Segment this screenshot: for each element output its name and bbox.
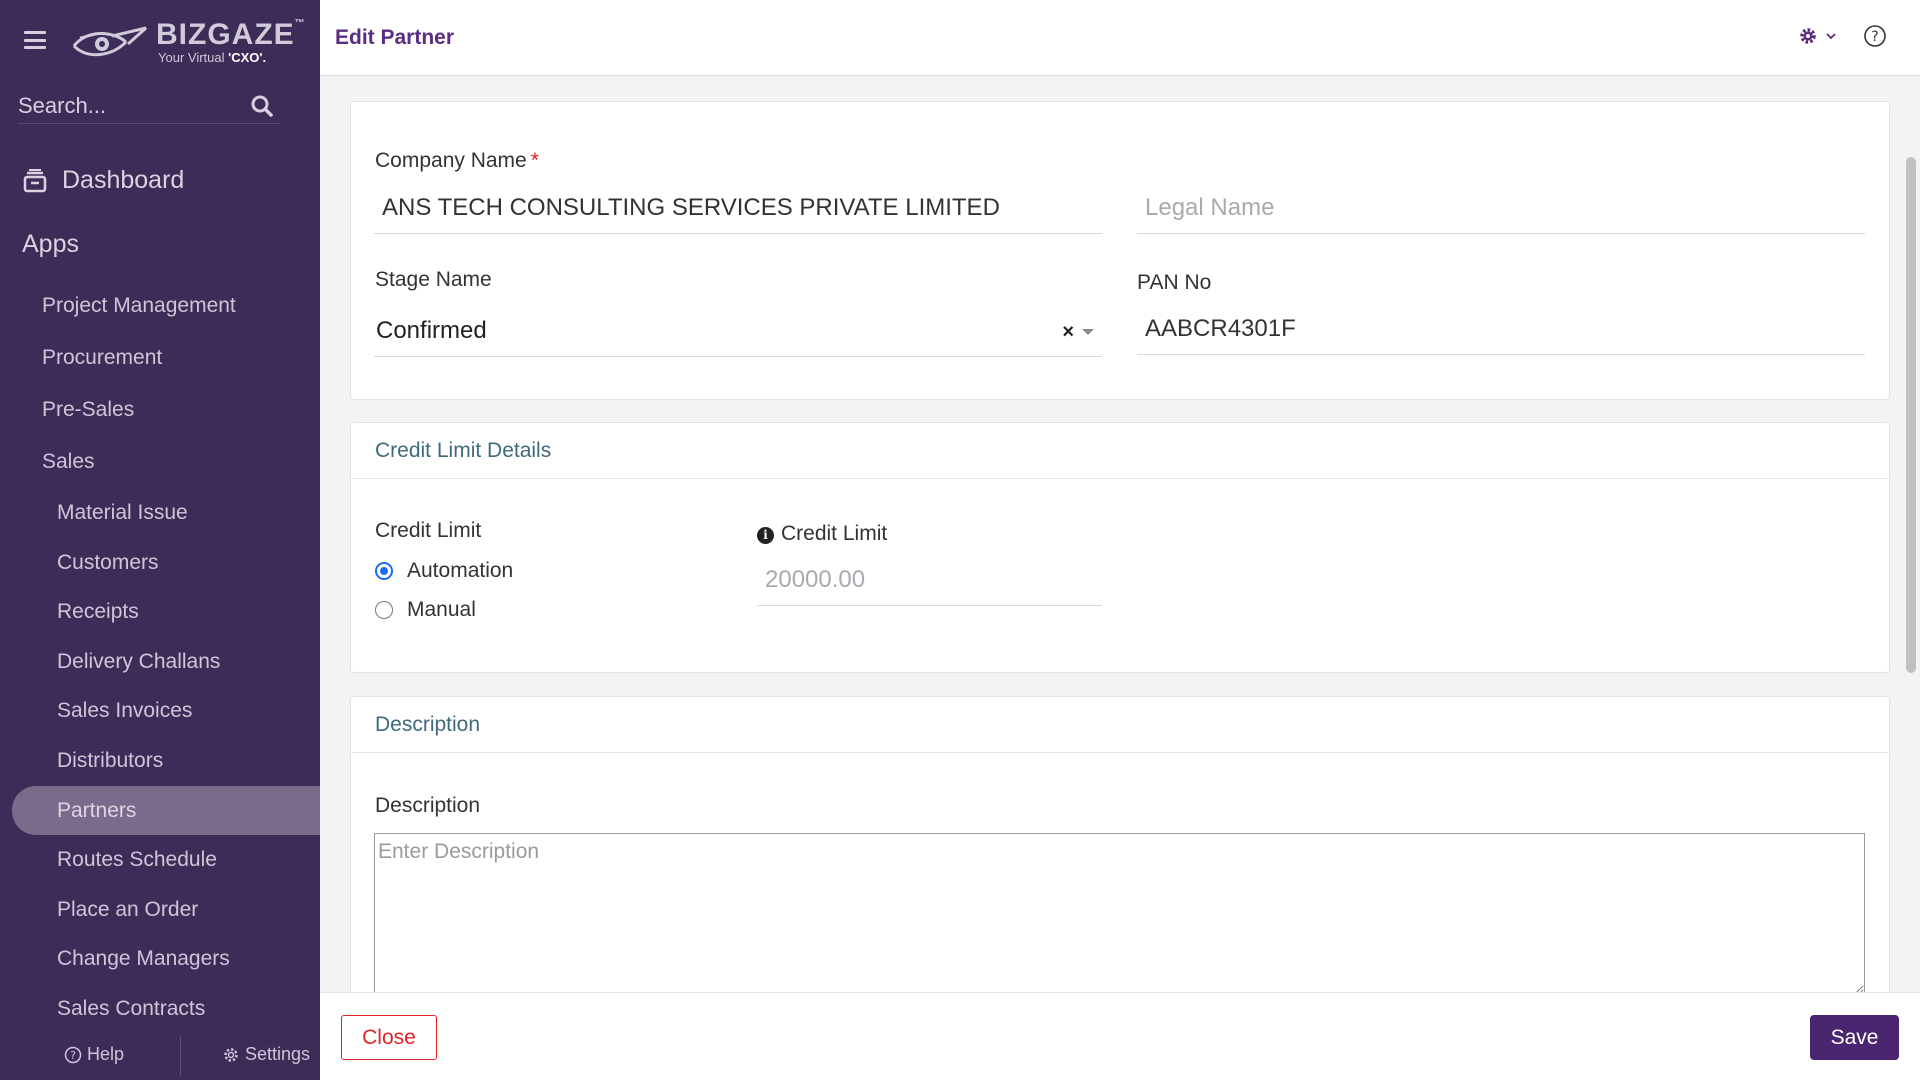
brand-name: BIZGAZE™ bbox=[156, 18, 306, 51]
stage-name-label: Stage Name bbox=[375, 268, 492, 291]
radio-selected-indicator[interactable] bbox=[375, 562, 393, 580]
description-label: Description bbox=[375, 794, 481, 817]
main-area: Edit Partner ? Company Name * ANS TECH C… bbox=[320, 0, 1920, 1080]
help-button[interactable]: ? Help bbox=[64, 1044, 124, 1065]
help-icon[interactable]: ? bbox=[1863, 24, 1887, 48]
help-circle-icon: ? bbox=[64, 1046, 82, 1063]
radio-manual-label: Manual bbox=[407, 598, 476, 621]
brand-tagline: Your Virtual 'CXO'. bbox=[158, 50, 267, 65]
credit-limit-card: Credit Limit Details Credit Limit Automa… bbox=[350, 422, 1890, 673]
legal-name-input[interactable] bbox=[1137, 193, 1865, 222]
help-label: Help bbox=[87, 1044, 125, 1064]
sidebar: BIZGAZE™ Your Virtual 'CXO'. Dashboard A… bbox=[0, 0, 320, 1080]
pan-no-field bbox=[1137, 303, 1865, 355]
partner-basic-card: Company Name* Stage Name Confirmed × PAN… bbox=[350, 101, 1890, 400]
settings-button[interactable]: Settings bbox=[222, 1044, 310, 1065]
info-icon[interactable]: i bbox=[757, 526, 774, 544]
logo-eye-icon bbox=[72, 26, 147, 57]
pan-no-input[interactable] bbox=[1137, 314, 1865, 343]
description-section-title: Description bbox=[351, 697, 1889, 753]
action-bar: Close Save bbox=[320, 992, 1920, 1080]
company-name-input[interactable] bbox=[374, 193, 1102, 222]
form-content: Company Name* Stage Name Confirmed × PAN… bbox=[320, 77, 1920, 992]
hamburger-menu-icon[interactable] bbox=[24, 31, 46, 49]
gear-icon bbox=[1800, 28, 1816, 44]
sidebar-item-routes-schedule[interactable]: Routes Schedule bbox=[0, 835, 320, 885]
radio-manual[interactable]: Manual bbox=[375, 598, 476, 622]
sidebar-item-project-management[interactable]: Project Management bbox=[0, 280, 320, 332]
sidebar-dashboard-label: Dashboard bbox=[62, 166, 185, 194]
page-title: Edit Partner bbox=[335, 26, 455, 49]
close-button[interactable]: Close bbox=[341, 1015, 437, 1060]
credit-limit-amount-field bbox=[757, 554, 1102, 606]
description-card: Description Description bbox=[350, 696, 1890, 992]
sidebar-item-distributors[interactable]: Distributors bbox=[0, 736, 320, 786]
sidebar-item-dashboard[interactable]: Dashboard bbox=[22, 166, 184, 195]
dashboard-icon bbox=[23, 168, 47, 192]
chevron-down-icon bbox=[1826, 33, 1836, 40]
sidebar-item-partners[interactable]: Partners bbox=[12, 785, 320, 836]
save-button[interactable]: Save bbox=[1810, 1015, 1899, 1060]
radio-automation-label: Automation bbox=[407, 559, 514, 582]
search-input[interactable] bbox=[18, 92, 238, 120]
credit-limit-section-title: Credit Limit Details bbox=[351, 423, 1889, 479]
stage-name-select[interactable]: Confirmed × bbox=[374, 305, 1102, 357]
required-mark: * bbox=[530, 149, 539, 172]
sidebar-apps-heading[interactable]: Apps bbox=[22, 230, 79, 259]
svg-text:?: ? bbox=[70, 1049, 76, 1062]
sidebar-item-customers[interactable]: Customers bbox=[0, 538, 320, 588]
sidebar-footer: ? Help Settings bbox=[0, 1032, 320, 1080]
sidebar-item-sales-contracts[interactable]: Sales Contracts bbox=[0, 984, 320, 1034]
caret-down-icon[interactable] bbox=[1082, 329, 1094, 335]
sidebar-item-delivery-challans[interactable]: Delivery Challans bbox=[0, 637, 320, 687]
content-scrollbar[interactable] bbox=[1906, 157, 1916, 673]
company-name-field bbox=[374, 182, 1102, 234]
sidebar-item-place-an-order[interactable]: Place an Order bbox=[0, 885, 320, 935]
sidebar-nav-list: Project Management Procurement Pre-Sales… bbox=[0, 280, 320, 1034]
sidebar-item-sales-invoices[interactable]: Sales Invoices bbox=[0, 686, 320, 736]
page-settings-dropdown[interactable] bbox=[1798, 26, 1838, 46]
sidebar-search bbox=[18, 88, 280, 124]
svg-text:?: ? bbox=[1871, 29, 1878, 45]
sidebar-item-procurement[interactable]: Procurement bbox=[0, 332, 320, 384]
description-textarea[interactable] bbox=[374, 833, 1865, 992]
company-name-label: Company Name * bbox=[375, 149, 539, 172]
clear-icon[interactable]: × bbox=[1062, 321, 1074, 344]
gear-icon bbox=[224, 1047, 238, 1062]
sidebar-item-sales[interactable]: Sales bbox=[0, 436, 320, 488]
radio-automation[interactable]: Automation bbox=[375, 559, 513, 583]
sidebar-item-material-issue[interactable]: Material Issue bbox=[0, 488, 320, 538]
search-icon[interactable] bbox=[250, 94, 274, 118]
sidebar-item-change-managers[interactable]: Change Managers bbox=[0, 934, 320, 984]
stage-name-value: Confirmed bbox=[376, 316, 487, 344]
credit-limit-amount-label: i Credit Limit bbox=[757, 522, 887, 546]
legal-name-field bbox=[1137, 182, 1865, 234]
brand-logo[interactable]: BIZGAZE™ Your Virtual 'CXO'. bbox=[72, 18, 305, 66]
footer-divider bbox=[180, 1036, 181, 1076]
page-header: Edit Partner ? bbox=[320, 0, 1920, 76]
settings-label: Settings bbox=[245, 1044, 311, 1064]
sidebar-item-receipts[interactable]: Receipts bbox=[0, 587, 320, 637]
pan-no-label: PAN No bbox=[1137, 271, 1212, 294]
credit-limit-type-label: Credit Limit bbox=[375, 519, 482, 542]
credit-limit-amount-input[interactable] bbox=[757, 565, 1102, 594]
radio-unselected-indicator[interactable] bbox=[375, 601, 393, 619]
sidebar-item-pre-sales[interactable]: Pre-Sales bbox=[0, 384, 320, 436]
